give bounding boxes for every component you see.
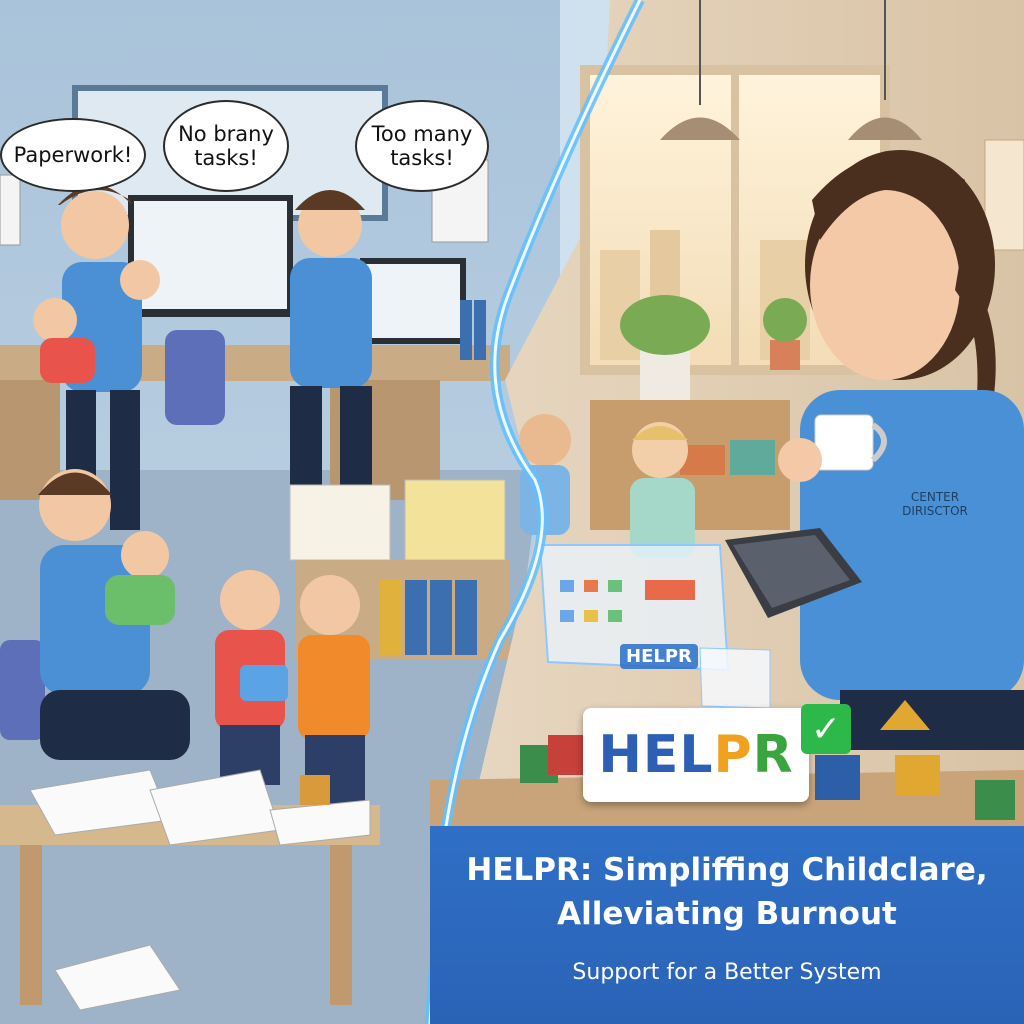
speech-bubble-paperwork: Paperwork! <box>0 118 146 192</box>
helpr-logo-card: HELPR <box>583 708 809 802</box>
speech-bubble-too-many-tasks: Too many tasks! <box>355 100 489 192</box>
bubble-text-tasks-2: tasks! <box>390 146 454 170</box>
logo-part-hel: HEL <box>598 725 714 785</box>
logo-part-r: R <box>752 725 794 785</box>
hologram-helpr-logo: HELPR <box>620 644 698 669</box>
bubble-text-paperwork: Paperwork! <box>13 142 133 167</box>
banner-title-line1: HELPR: Simpliffing Childclare, <box>466 852 988 888</box>
banner-title-line2: Alleviating Burnout <box>557 896 897 932</box>
bubble-text-no-brany: No brany <box>178 121 274 146</box>
shirt-label: CENTER DIRISCTOR <box>895 490 975 518</box>
shirt-label-line2: DIRISCTOR <box>902 504 968 518</box>
banner-title: HELPR: Simpliffing Childclare, Alleviati… <box>430 848 1024 936</box>
banner-subtitle: Support for a Better System <box>572 960 882 985</box>
helpr-logo: HELPR <box>598 725 793 785</box>
checkmark-icon: ✓ <box>801 704 851 754</box>
logo-part-p: P <box>713 725 753 785</box>
speech-bubble-no-brany-tasks: No brany tasks! <box>163 100 289 192</box>
shirt-label-line1: CENTER <box>910 490 960 504</box>
bubble-text-tasks-1: tasks! <box>194 146 258 170</box>
bubble-text-too-many: Too many <box>371 121 473 146</box>
